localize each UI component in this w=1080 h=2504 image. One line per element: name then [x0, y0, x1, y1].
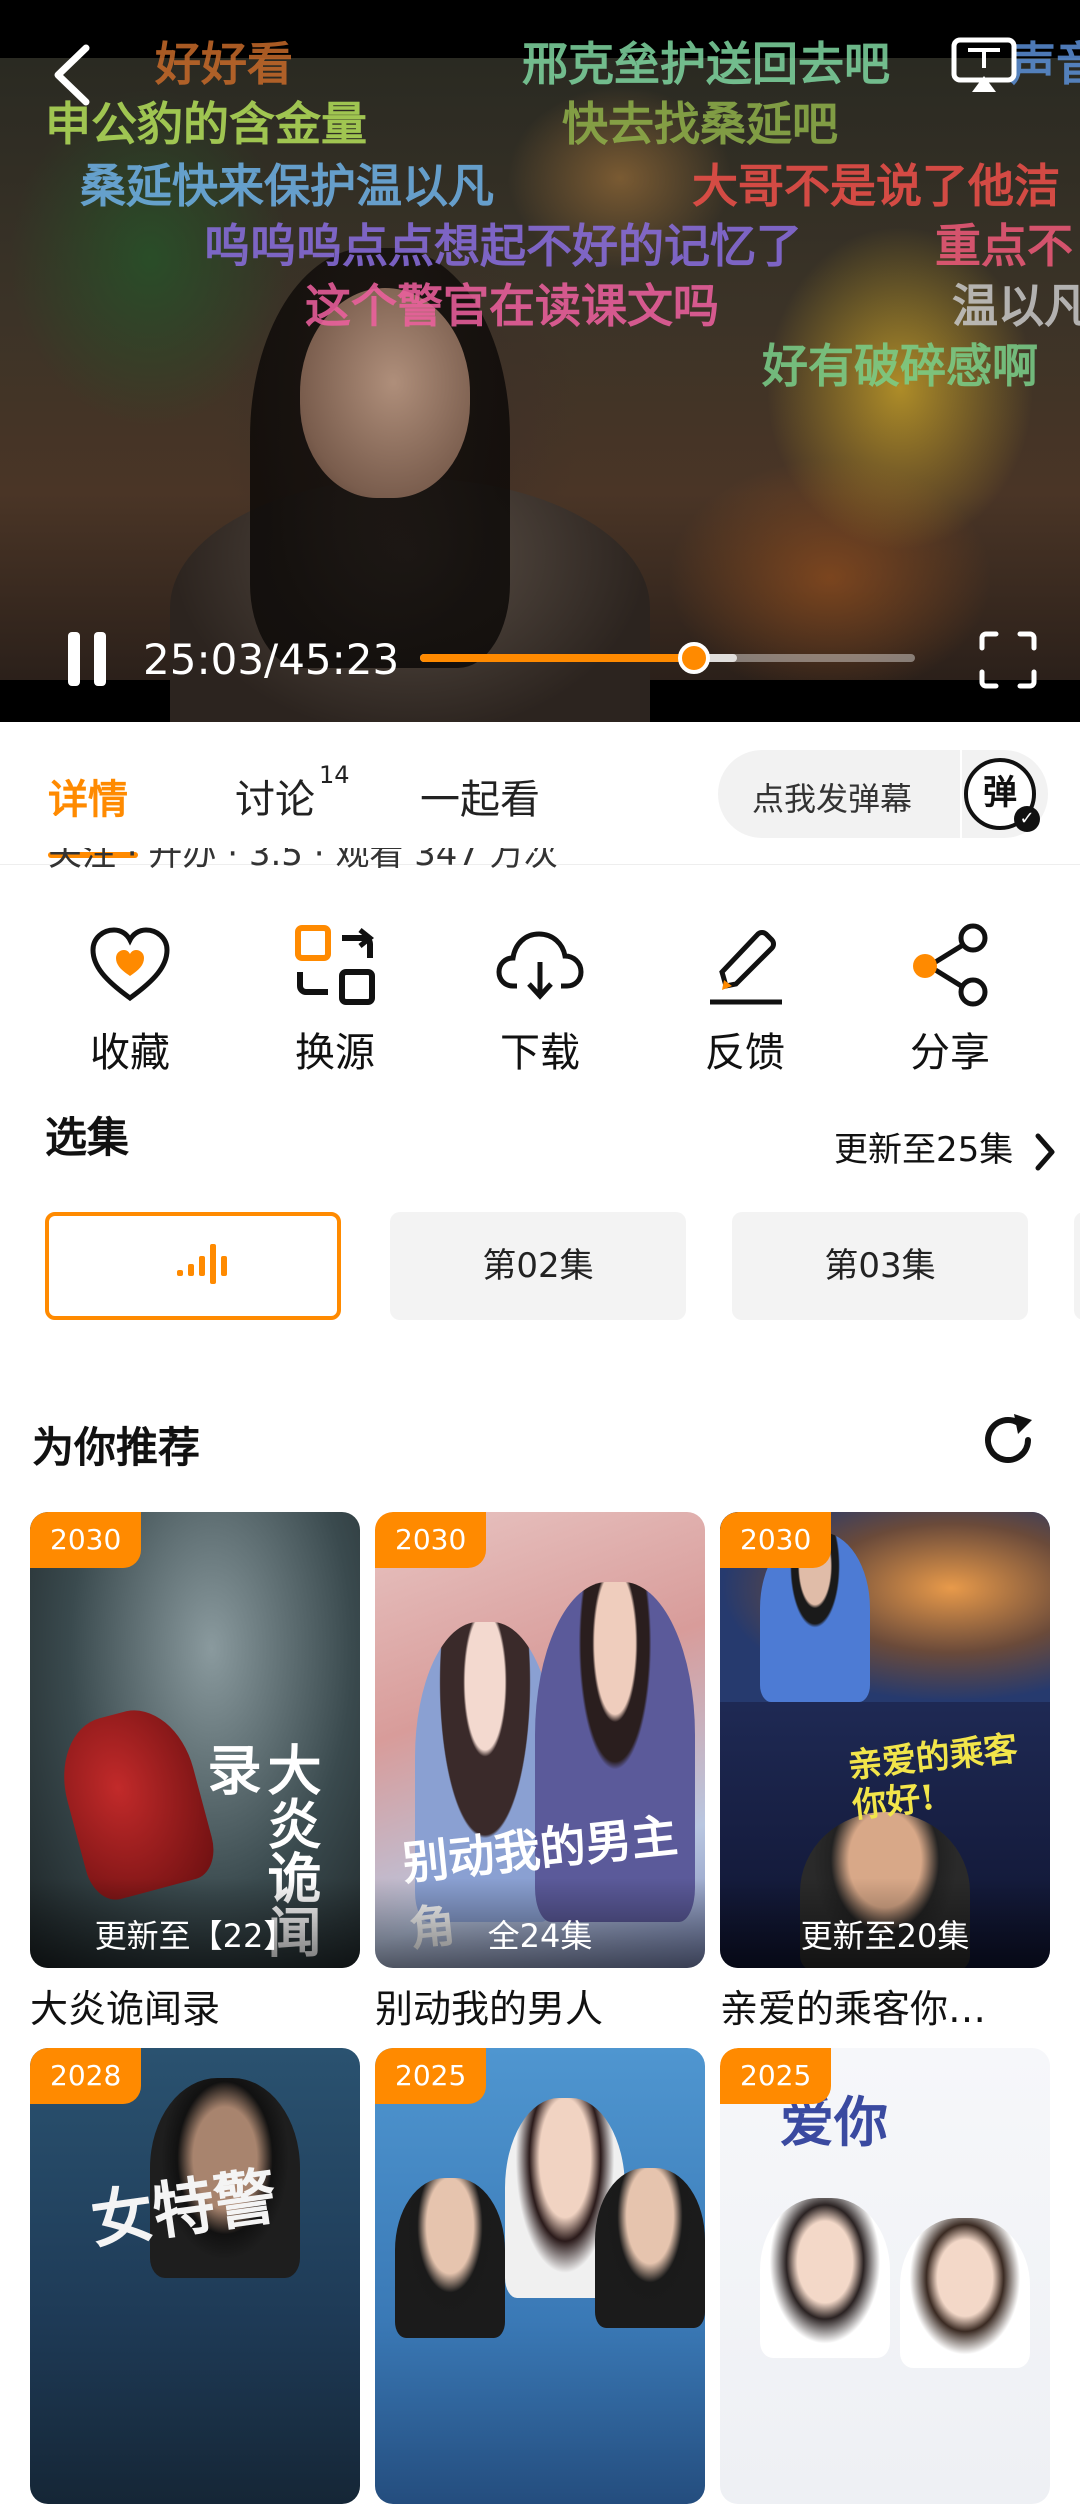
episode-01-button[interactable] [45, 1212, 341, 1320]
now-playing-icon [177, 1244, 227, 1284]
year-badge: 2030 [30, 1512, 142, 1568]
chevron-right-icon [1035, 1133, 1055, 1170]
recommend-card[interactable]: 女特警 2028 [30, 2048, 360, 2504]
tab-discussion[interactable]: 讨论14 [235, 761, 350, 825]
pencil-icon [710, 930, 782, 1005]
danmaku-comment: 邢克垒护送回去吧 [522, 37, 890, 91]
cloud-download-icon [496, 931, 584, 1000]
danmaku-input-divider [960, 750, 962, 838]
poster-image: 亲爱的乘客你好! 2030 更新至20集 [720, 1512, 1050, 1968]
share-label: 分享 [910, 1030, 990, 1076]
year-badge: 2028 [30, 2048, 142, 2104]
download-label: 下载 [500, 1030, 580, 1076]
feedback-button[interactable]: 反馈 [665, 920, 825, 1078]
card-title: 别动我的男人 [375, 1987, 604, 2031]
year-badge: 2030 [720, 1512, 832, 1568]
poster-art-shape [48, 1698, 222, 1906]
recommend-card[interactable]: 爱你 2025 [720, 2048, 1050, 2504]
refresh-icon[interactable] [980, 1412, 1036, 1468]
card-title: 大炎诡闻录 [30, 1987, 221, 2031]
favorite-button[interactable]: 收藏 [50, 920, 210, 1078]
poster-image: 大炎诡闻录 2030 更新至【22】 [30, 1512, 360, 1968]
pause-icon[interactable] [66, 630, 110, 688]
poster-image: 2025 [375, 2048, 705, 2504]
recommend-card[interactable]: 别动我的男主角 2030 全24集 别动我的男人 [375, 1512, 705, 2033]
share-button[interactable]: 分享 [870, 920, 1030, 1078]
progress-bar[interactable] [420, 642, 915, 674]
progress-thumb[interactable] [677, 642, 710, 674]
cast-icon[interactable] [950, 36, 1018, 96]
episodes-update-text: 更新至25集 [834, 1130, 1014, 1170]
detail-tabbar: 详情 讨论14 一起看 点我发弹幕 [0, 722, 1080, 865]
year-badge: 2025 [375, 2048, 487, 2104]
tab-watch-together[interactable]: 一起看 [420, 767, 540, 825]
poster-art-text: 亲爱的乘客你好! [846, 1728, 1020, 1827]
episode-02-button[interactable]: 第02集 [390, 1212, 686, 1320]
year-badge: 2025 [720, 2048, 832, 2104]
poster-figure-left [760, 2198, 890, 2358]
poster-figure-left [395, 2178, 505, 2338]
danmaku-toggle-icon[interactable]: 弹 ✓ [964, 758, 1040, 832]
poster-image: 爱你 2025 [720, 2048, 1050, 2504]
danmaku-comment: 呜呜呜点点想起不好的记忆了 [204, 219, 802, 273]
recommend-card[interactable]: 2025 [375, 2048, 705, 2504]
episode-03-button[interactable]: 第03集 [732, 1212, 1028, 1320]
episode-next-peek[interactable] [1074, 1212, 1080, 1320]
switch-source-button[interactable]: 换源 [255, 920, 415, 1078]
tab-discussion-label: 讨论 [235, 777, 315, 823]
episode-status: 更新至20集 [720, 1878, 1050, 1968]
episode-status: 全24集 [375, 1878, 705, 1968]
feedback-label: 反馈 [705, 1030, 785, 1076]
tab-details[interactable]: 详情 [48, 767, 128, 825]
poster-image: 别动我的男主角 2030 全24集 [375, 1512, 705, 1968]
poster-figure-right [900, 2218, 1030, 2368]
danmaku-comment: 桑延快来保护温以凡 [80, 159, 494, 213]
heart-icon [90, 927, 170, 1002]
danmaku-comment: 快去找桑延吧 [562, 97, 838, 151]
share-icon [913, 923, 988, 1007]
card-title: 亲爱的乘客你… [720, 1987, 987, 2031]
danmaku-comment: 大哥不是说了他洁 [692, 159, 1060, 213]
danmaku-comment: 温以凡 [952, 279, 1080, 333]
danmaku-comment: 重点不 [935, 219, 1073, 273]
poster-figure-right [595, 2168, 705, 2328]
danmaku-comment: 这个警官在读课文吗 [305, 279, 719, 333]
poster-image: 女特警 2028 [30, 2048, 360, 2504]
switch-source-label: 换源 [295, 1030, 375, 1076]
danmaku-toggle-label: 弹 [983, 773, 1017, 813]
recommend-card[interactable]: 大炎诡闻录 2030 更新至【22】 大炎诡闻录 [30, 1512, 360, 2033]
recommend-card[interactable]: 亲爱的乘客你好! 2030 更新至20集 亲爱的乘客你… [720, 1512, 1050, 2033]
episodes-title: 选集 [45, 1113, 130, 1162]
video-meta-line: 关注 · 开办 · 3.5 · 观看 347 万次 [48, 848, 558, 868]
danmaku-comment: 好有破碎感啊 [762, 339, 1038, 393]
playback-time: 25:03/45:23 [143, 635, 400, 684]
danmaku-comment: 好好看 [155, 37, 293, 91]
back-icon[interactable] [48, 40, 98, 110]
recommend-title: 为你推荐 [32, 1423, 201, 1472]
switch-source-icon [295, 925, 375, 1005]
episodes-more-link[interactable]: 更新至25集 [834, 1122, 1058, 1172]
progress-played [420, 654, 694, 662]
episode-status: 更新至【22】 [30, 1878, 360, 1968]
year-badge: 2030 [375, 1512, 487, 1568]
download-button[interactable]: 下载 [460, 920, 620, 1078]
danmaku-input-placeholder: 点我发弹幕 [752, 780, 913, 818]
action-row: 收藏 换源 下载 反馈 分享 [0, 920, 1080, 1080]
fullscreen-icon[interactable] [978, 630, 1038, 690]
video-meta-text: 关注 · 开办 · 3.5 · 观看 347 万次 [48, 848, 558, 868]
danmaku-comment: 声音 [1010, 37, 1080, 91]
favorite-label: 收藏 [90, 1030, 170, 1076]
check-icon: ✓ [1014, 806, 1040, 832]
video-player[interactable]: 好好看 邢克垒护送回去吧 声音 申公豹的含金量 快去找桑延吧 桑延快来保护温以凡… [0, 0, 1080, 722]
tab-discussion-badge: 14 [319, 761, 350, 789]
